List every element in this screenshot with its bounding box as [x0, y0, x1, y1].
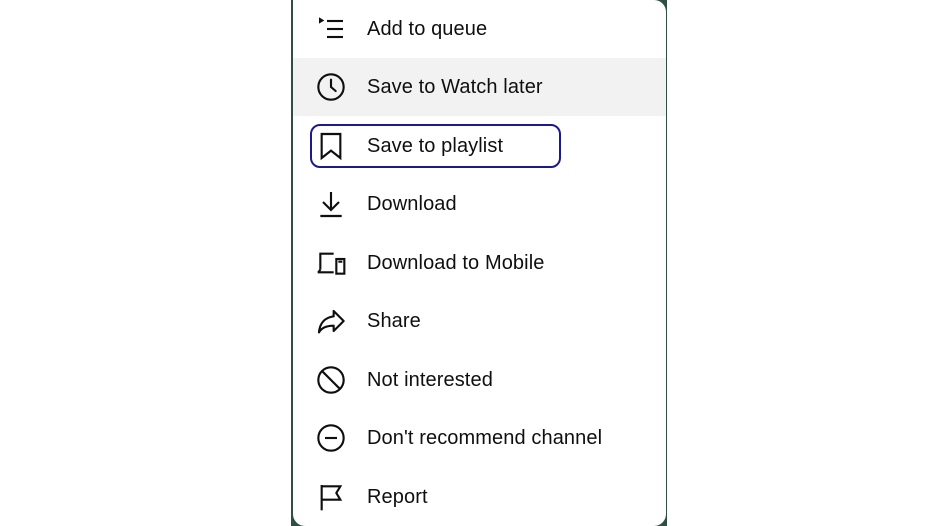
menu-item-label: Save to playlist [367, 134, 504, 157]
devices-icon [315, 247, 347, 279]
menu-item-label: Not interested [367, 368, 493, 391]
block-icon [315, 364, 347, 396]
menu-item-label: Add to queue [367, 17, 488, 40]
context-menu: Add to queue Save to Watch later Save to… [293, 0, 666, 526]
add-to-queue-icon [315, 13, 347, 45]
menu-item-add-to-queue[interactable]: Add to queue [293, 0, 666, 58]
menu-item-label: Share [367, 309, 421, 332]
menu-item-label: Save to Watch later [367, 75, 543, 98]
menu-item-download-to-mobile[interactable]: Download to Mobile [293, 234, 666, 292]
menu-item-save-to-watch-later[interactable]: Save to Watch later [293, 58, 666, 116]
clock-icon [315, 71, 347, 103]
bookmark-icon [315, 130, 347, 162]
share-icon [315, 305, 347, 337]
menu-item-label: Report [367, 485, 428, 508]
menu-item-download[interactable]: Download [293, 175, 666, 233]
menu-item-label: Don't recommend channel [367, 426, 603, 449]
menu-item-report[interactable]: Report [293, 468, 666, 526]
menu-item-not-interested[interactable]: Not interested [293, 351, 666, 409]
menu-item-dont-recommend-channel[interactable]: Don't recommend channel [293, 409, 666, 467]
menu-item-share[interactable]: Share [293, 292, 666, 350]
menu-item-label: Download [367, 192, 457, 215]
screen: Add to queue Save to Watch later Save to… [0, 0, 936, 526]
flag-icon [315, 481, 347, 513]
menu-item-label: Download to Mobile [367, 251, 545, 274]
menu-item-save-to-playlist[interactable]: Save to playlist [293, 117, 666, 175]
remove-circle-icon [315, 422, 347, 454]
download-icon [315, 188, 347, 220]
